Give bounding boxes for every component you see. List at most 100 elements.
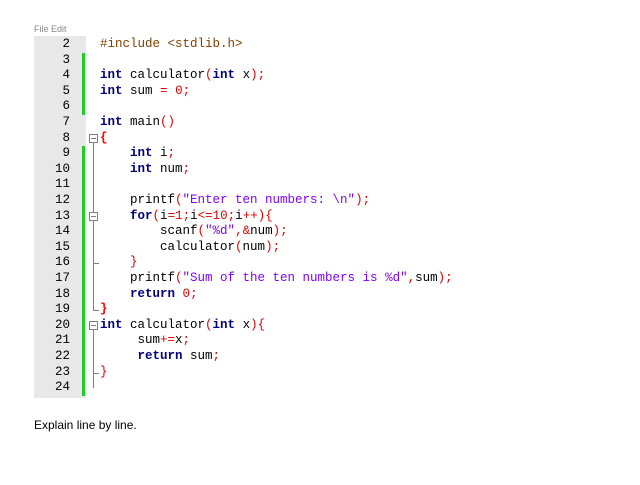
code-line[interactable]: 5 int sum = 0;: [34, 84, 600, 100]
code-line[interactable]: 19}: [34, 302, 600, 318]
line-text: for(i=1;i<=10;i++){: [100, 209, 273, 225]
line-number: 10: [54, 161, 70, 176]
line-text: {: [100, 131, 108, 147]
line-text: int calculator(int x){: [100, 318, 265, 334]
code-line[interactable]: 17 printf("Sum of the ten numbers is %d"…: [34, 271, 600, 287]
code-token: scanf: [100, 224, 198, 239]
code-line[interactable]: 3: [34, 53, 600, 69]
code-token: );: [250, 68, 266, 83]
line-text: printf("Enter ten numbers: \n");: [100, 193, 370, 209]
code-token: (: [152, 208, 161, 223]
code-token: ,&: [235, 224, 251, 239]
line-text: int sum = 0;: [100, 84, 190, 100]
line-number: 22: [54, 349, 70, 363]
code-line[interactable]: 6: [34, 99, 600, 115]
code-line[interactable]: 18 return 0;: [34, 287, 600, 303]
code-token: x: [175, 333, 183, 348]
fold-toggle-icon[interactable]: [89, 211, 98, 221]
code-token: ;: [182, 333, 191, 348]
code-token: printf: [100, 271, 176, 285]
fold-guide-line: [93, 142, 94, 311]
code-token: 0: [182, 286, 191, 301]
code-token: return: [137, 349, 183, 363]
line-number: 14: [54, 224, 70, 239]
line-number: 2: [62, 37, 70, 51]
line-number: 23: [54, 364, 70, 379]
line-number: 19: [54, 302, 70, 317]
line-text: int i;: [100, 146, 175, 162]
code-line[interactable]: 10 int num;: [34, 162, 600, 178]
code-line[interactable]: 2 #include <stdlib.h>: [34, 37, 600, 53]
code-token: int: [212, 68, 236, 83]
fold-toggle-icon[interactable]: [89, 320, 98, 330]
code-line[interactable]: 8{: [34, 131, 600, 147]
code-token: printf: [100, 193, 176, 207]
code-editor[interactable]: 2 #include <stdlib.h> 3 4 int calculator(int…: [34, 36, 600, 398]
fold-toggle-icon[interactable]: [89, 133, 98, 143]
code-line[interactable]: 9 int i;: [34, 146, 600, 162]
code-line[interactable]: 13 for(i=1;i<=10;i++){: [34, 209, 600, 225]
code-token: (: [175, 271, 183, 285]
code-line[interactable]: 21 sum+=x;: [34, 333, 600, 349]
code-line[interactable]: 23}: [34, 365, 600, 381]
line-number: 8: [62, 130, 70, 145]
code-token: sum: [415, 271, 438, 285]
code-token: int: [100, 115, 123, 129]
code-token: i: [152, 146, 168, 161]
code-token: sum: [122, 83, 161, 98]
line-number: 4: [62, 68, 70, 83]
line-number: 6: [62, 99, 70, 114]
code-line[interactable]: 20 int calculator(int x){: [34, 318, 600, 334]
code-token: int: [212, 317, 236, 332]
code-token: =: [167, 208, 176, 223]
code-token: main: [122, 115, 161, 129]
line-number: 20: [54, 317, 70, 332]
fold-guide-line: [93, 329, 94, 389]
code-token: ;: [190, 286, 198, 301]
line-text: return sum;: [100, 349, 221, 365]
code-token: calculator: [122, 317, 206, 332]
code-token: int: [100, 83, 123, 98]
code-line[interactable]: 4 int calculator(int x);: [34, 68, 600, 84]
code-token: ;: [182, 83, 191, 98]
line-number: 15: [54, 239, 70, 254]
code-token: }: [130, 255, 138, 270]
code-token: );: [265, 239, 281, 254]
code-token: ){: [250, 317, 266, 332]
code-token: ;: [212, 349, 221, 363]
code-token: int: [100, 317, 123, 332]
code-line[interactable]: 16 }: [34, 255, 600, 271]
line-text: }: [100, 365, 108, 381]
code-token: sum: [100, 333, 161, 348]
code-token: "%d": [205, 224, 236, 239]
code-token: x: [235, 317, 251, 332]
code-line[interactable]: 7 int main(): [34, 115, 600, 131]
menu-fragment: File Edit: [34, 24, 67, 34]
code-token: calculator: [100, 239, 236, 254]
line-text: #include <stdlib.h>: [100, 37, 243, 53]
code-token: );: [355, 193, 371, 207]
line-text: scanf("%d",&num);: [100, 224, 288, 240]
code-token: 10: [212, 208, 228, 223]
code-line[interactable]: 11: [34, 177, 600, 193]
code-token: "Sum of the ten numbers is %d": [182, 271, 408, 285]
code-token: i: [160, 208, 168, 223]
code-token: i: [190, 208, 198, 223]
code-token: num: [250, 224, 273, 239]
line-number: 18: [54, 286, 70, 301]
code-line[interactable]: 12 printf("Enter ten numbers: \n");: [34, 193, 600, 209]
code-line[interactable]: 15 calculator(num);: [34, 240, 600, 256]
code-line[interactable]: 14 scanf("%d",&num);: [34, 224, 600, 240]
code-line[interactable]: 22 return sum;: [34, 349, 600, 365]
line-number: 3: [62, 52, 70, 67]
code-line[interactable]: 24: [34, 380, 600, 396]
code-token: "Enter ten numbers: \n": [182, 193, 356, 207]
code-token: }: [100, 364, 108, 379]
code-token: ++){: [242, 208, 273, 223]
code-token: num: [242, 239, 266, 254]
code-token: (: [205, 68, 213, 83]
